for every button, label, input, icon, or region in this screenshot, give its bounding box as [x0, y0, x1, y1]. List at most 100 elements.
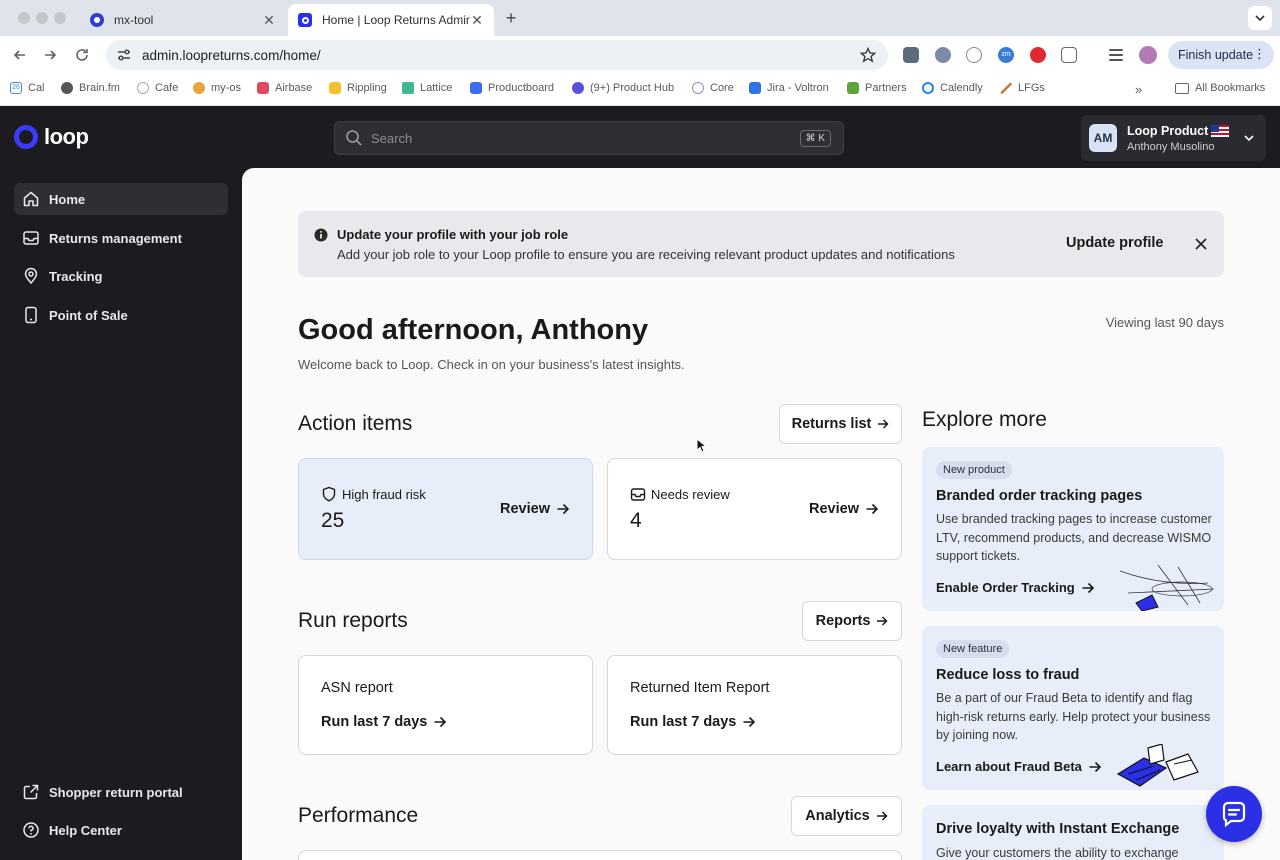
reports-button[interactable]: Reports [802, 601, 902, 641]
extensions-puzzle-icon[interactable] [1061, 47, 1077, 63]
bookmark-brainfm[interactable]: Brain.fm [61, 82, 120, 94]
tracking-illustration-icon [1119, 564, 1215, 611]
bookmark-core[interactable]: Core [692, 82, 734, 94]
chat-support-button[interactable] [1206, 786, 1262, 842]
promo-body: Be a part of our Fraud Beta to identify … [936, 691, 1211, 742]
cafe-icon [137, 82, 149, 94]
page-subtitle: Welcome back to Loop. Check in on your b… [298, 357, 685, 372]
promo-title: Drive loyalty with Instant Exchange [936, 821, 1180, 837]
bookmark-lfgs[interactable]: LFGs [1000, 82, 1045, 94]
fraud-shield-illustration-icon [1116, 744, 1199, 787]
bookmark-product-hub[interactable]: (9+) Product Hub [572, 82, 674, 94]
run-reports-heading: Run reports [298, 609, 408, 632]
action-items-heading: Action items [298, 412, 413, 435]
close-icon[interactable] [1194, 237, 1208, 251]
us-flag-icon [1211, 124, 1230, 137]
sidebar-item-returns-management[interactable]: Returns management [14, 222, 228, 254]
tab-close-icon[interactable]: ✕ [262, 12, 276, 29]
window-minimize-dot[interactable] [36, 12, 48, 24]
extension-red-icon[interactable] [1030, 47, 1046, 63]
finish-update-button[interactable]: Finish update ⋮ [1168, 41, 1274, 69]
update-profile-button[interactable]: Update profile [1066, 235, 1163, 251]
extension-2-icon[interactable] [935, 47, 951, 63]
sidebar-item-shopper-return-portal[interactable]: Shopper return portal [14, 776, 228, 808]
bookmark-partners[interactable]: Partners [847, 82, 907, 94]
tab-close-icon[interactable]: ✕ [470, 12, 484, 29]
all-bookmarks[interactable]: All Bookmarks [1175, 82, 1265, 94]
forward-button[interactable] [40, 45, 60, 65]
bookmark-calendly[interactable]: Calendly [922, 82, 983, 94]
window-zoom-dot[interactable] [54, 12, 66, 24]
brain-icon [61, 82, 73, 94]
home-icon [23, 191, 39, 207]
bookmark-productboard[interactable]: Productboard [470, 82, 554, 94]
bookmark-cal[interactable]: 26 Cal [10, 82, 45, 94]
bookmark-airbase[interactable]: Airbase [257, 82, 312, 94]
new-tab-button[interactable]: + [500, 8, 522, 30]
lattice-icon [402, 82, 414, 94]
site-settings-icon[interactable] [116, 47, 132, 63]
help-circle-icon [23, 822, 39, 838]
chat-bubble-icon [1222, 801, 1246, 828]
airbase-icon [257, 82, 269, 94]
learn-about-fraud-beta-link[interactable]: Learn about Fraud Beta [936, 759, 1102, 774]
bookmark-lattice[interactable]: Lattice [402, 82, 452, 94]
sidebar-item-tracking[interactable]: Tracking [14, 260, 228, 292]
arrow-right-icon [877, 616, 888, 626]
loop-favicon-icon [298, 13, 312, 27]
account-switcher[interactable]: AM Loop Product Anthony Musolino [1081, 115, 1266, 161]
tab-title: mx-tool [114, 13, 154, 27]
mx-tool-favicon-icon [90, 13, 104, 27]
review-needs-review-link[interactable]: Review [809, 501, 879, 517]
extension-3-icon[interactable] [966, 47, 982, 63]
review-fraud-link[interactable]: Review [500, 501, 570, 517]
rippling-icon [329, 82, 341, 94]
pencil-icon [1000, 82, 1012, 94]
analytics-button[interactable]: Analytics [791, 796, 902, 836]
reload-button[interactable] [72, 45, 92, 65]
tab-mx-tool[interactable]: mx-tool ✕ [80, 4, 286, 36]
calendly-icon [922, 82, 934, 94]
bookmarks-overflow-icon[interactable]: » [1135, 82, 1142, 97]
sidebar-item-home[interactable]: Home [14, 183, 228, 215]
mouse-cursor-icon [696, 438, 708, 453]
back-button[interactable] [10, 45, 30, 65]
jira-icon [749, 82, 761, 94]
extension-1-icon[interactable] [903, 47, 919, 63]
window-close-dot[interactable] [18, 12, 30, 24]
bookmark-my-os[interactable]: my-os [193, 82, 241, 94]
page-title: Good afternoon, Anthony [298, 314, 649, 346]
bookmark-star-icon[interactable] [860, 47, 876, 63]
product-hub-icon [572, 82, 584, 94]
asn-report-card[interactable]: ASN report Run last 7 days [298, 655, 593, 755]
arrow-right-icon [557, 503, 570, 515]
extension-zoom-icon[interactable]: zm [998, 47, 1014, 63]
returned-item-report-card[interactable]: Returned Item Report Run last 7 days [607, 655, 902, 755]
user-name: Anthony Musolino [1127, 140, 1215, 153]
profile-avatar-icon[interactable] [1139, 46, 1157, 64]
shopify-icon [847, 82, 859, 94]
needs-review-card[interactable]: Needs review 4 Review [607, 458, 902, 560]
bookmarks-bar: 26 Cal Brain.fm Cafe my-os Airbase Rippli… [0, 74, 1280, 106]
folder-icon [1175, 82, 1189, 94]
bookmark-rippling[interactable]: Rippling [329, 82, 387, 94]
tab-search-button[interactable] [1248, 6, 1272, 30]
returns-list-button[interactable]: Returns list [779, 404, 902, 444]
loop-logo[interactable]: loop [14, 124, 89, 150]
chevron-down-icon [1255, 15, 1265, 22]
run-returned-item-report-link[interactable]: Run last 7 days [630, 714, 756, 730]
finish-update-label: Finish update [1178, 48, 1254, 62]
calendar-icon: 26 [10, 82, 22, 94]
reading-list-icon[interactable] [1109, 54, 1123, 56]
high-fraud-risk-card[interactable]: High fraud risk 25 Review [298, 458, 593, 560]
bookmark-jira[interactable]: Jira - Voltron [749, 82, 829, 94]
tab-loop-home[interactable]: Home | Loop Returns Admin ✕ [288, 4, 494, 36]
run-asn-report-link[interactable]: Run last 7 days [321, 714, 447, 730]
enable-order-tracking-link[interactable]: Enable Order Tracking [936, 580, 1095, 595]
reload-icon [76, 49, 88, 61]
global-search-input[interactable]: Search ⌘ K [334, 121, 844, 155]
address-bar[interactable]: admin.loopreturns.com/home/ [106, 40, 888, 70]
sidebar-item-point-of-sale[interactable]: Point of Sale [14, 299, 228, 331]
bookmark-cafe[interactable]: Cafe [137, 82, 178, 94]
sidebar-item-help-center[interactable]: Help Center [14, 814, 228, 846]
